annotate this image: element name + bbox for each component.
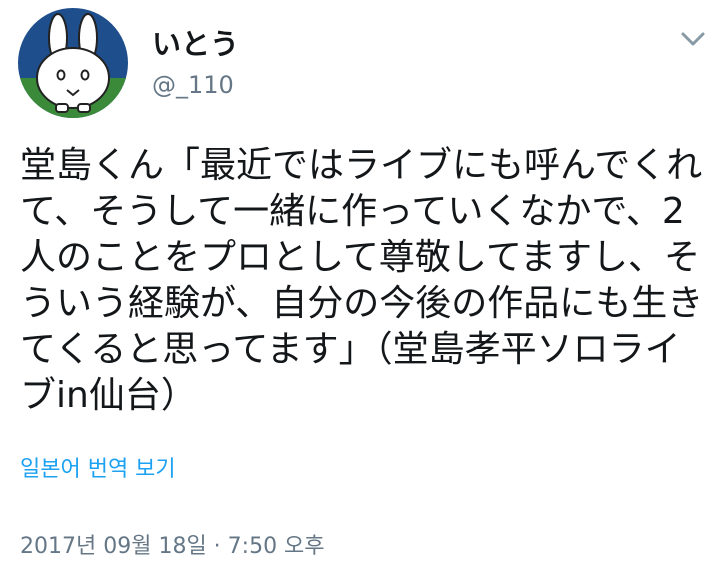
user-handle[interactable]: @_110 <box>152 70 234 100</box>
tweet-card: いとう @_110 堂島くん「最近ではライブにも呼んでくれて、そうして一緒に作っ… <box>0 0 720 571</box>
avatar[interactable] <box>18 8 128 118</box>
tweet-menu-button[interactable] <box>676 24 710 54</box>
miffy-avatar-icon <box>18 8 128 118</box>
chevron-down-icon <box>681 32 705 46</box>
tweet-text: 堂島くん「最近ではライブにも呼んでくれて、そうして一緒に作っていくなかで、2人の… <box>20 145 704 416</box>
display-name[interactable]: いとう <box>152 26 239 62</box>
tweet-timestamp[interactable]: 2017년 09월 18일 · 7:50 오후 <box>20 532 325 562</box>
translate-tweet-link[interactable]: 일본어 번역 보기 <box>20 455 176 485</box>
